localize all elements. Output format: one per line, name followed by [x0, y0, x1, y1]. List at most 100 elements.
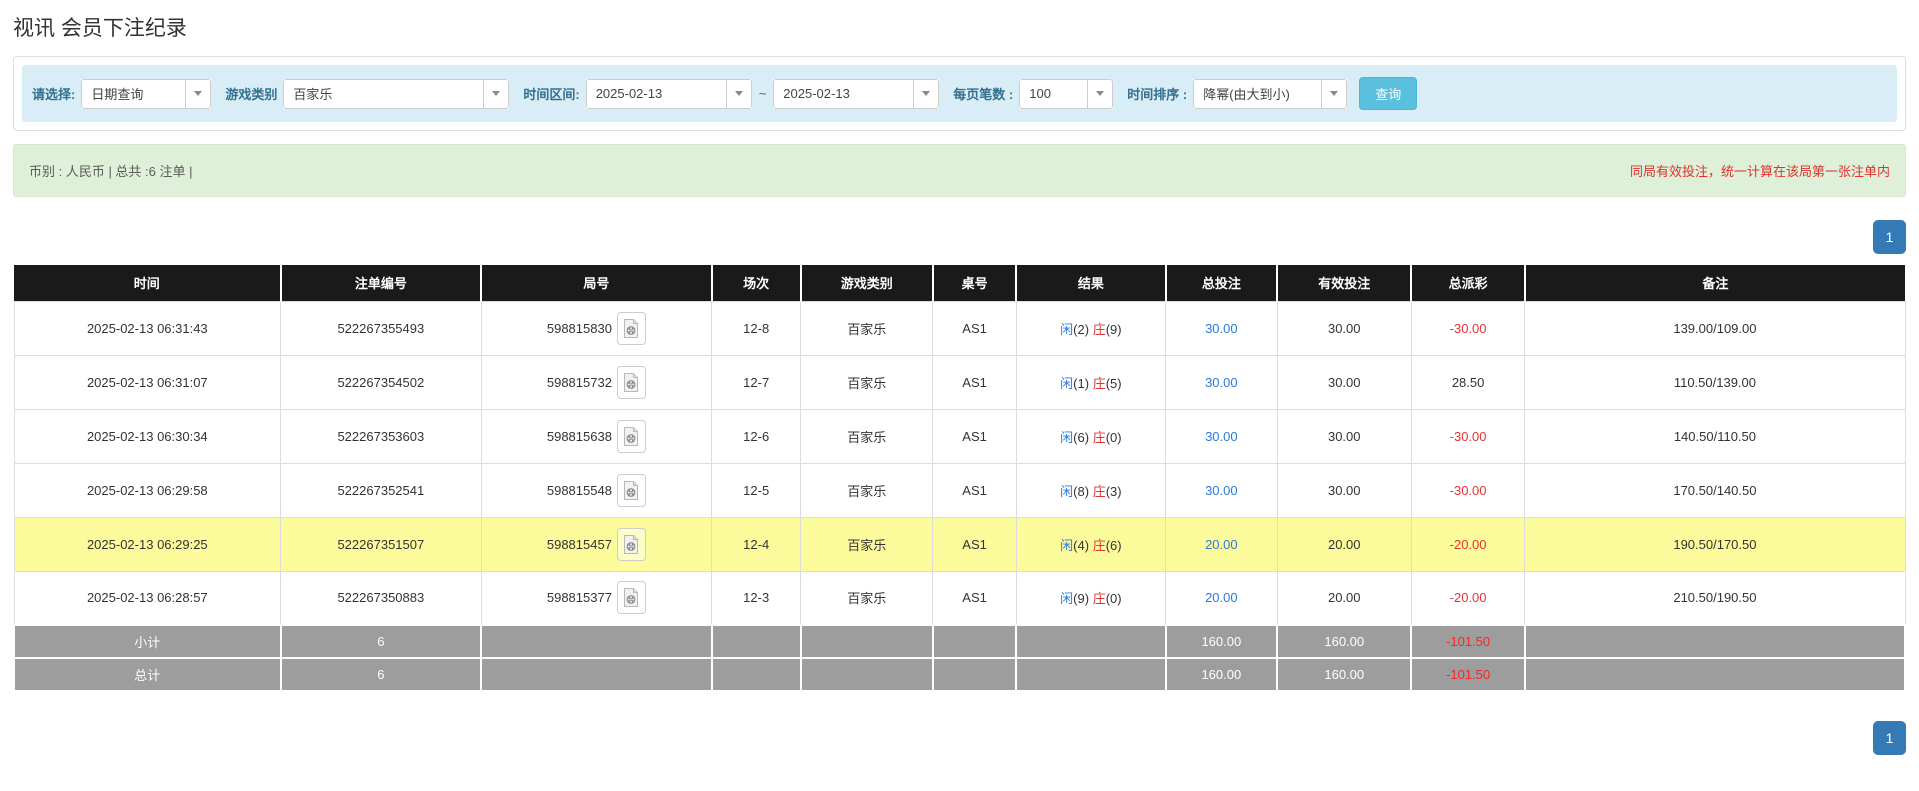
query-type-select[interactable]: 日期查询 [81, 79, 211, 109]
page-button-1[interactable]: 1 [1873, 220, 1906, 254]
date-from-select[interactable]: 2025-02-13 [586, 79, 752, 109]
sort-order-value: 降幂(由大到小) [1193, 79, 1321, 109]
footer-label: 小计 [14, 625, 281, 658]
cell-remark: 170.50/140.50 [1525, 463, 1905, 517]
round-id-text: 598815732 [547, 375, 612, 390]
cell-game-type: 百家乐 [801, 571, 933, 625]
result-banker-score: (9) [1106, 322, 1122, 337]
summary-bar: 币别 : 人民币 | 总共 :6 注单 | 同局有效投注，统一计算在该局第一张注… [13, 144, 1906, 197]
footer-valid-bet: 160.00 [1277, 625, 1411, 658]
chevron-down-icon[interactable] [483, 79, 509, 109]
column-header: 桌号 [933, 265, 1016, 301]
cell-total-bet[interactable]: 30.00 [1166, 409, 1278, 463]
result-banker-label: 庄 [1093, 376, 1106, 391]
cell-session: 12-3 [712, 571, 801, 625]
cell-total-bet[interactable]: 30.00 [1166, 301, 1278, 355]
chevron-down-icon[interactable] [1087, 79, 1113, 109]
video-replay-button[interactable] [617, 528, 646, 561]
sort-order-select[interactable]: 降幂(由大到小) [1193, 79, 1347, 109]
cell-time: 2025-02-13 06:28:57 [14, 571, 281, 625]
page: 视讯 会员下注纪录 请选择: 日期查询 游戏类别 百家乐 时间区间: 2025-… [0, 12, 1919, 755]
cell-time: 2025-02-13 06:29:58 [14, 463, 281, 517]
footer-empty-cell [1525, 625, 1905, 658]
result-banker-label: 庄 [1093, 591, 1106, 606]
cell-time: 2025-02-13 06:29:25 [14, 517, 281, 571]
date-to-select[interactable]: 2025-02-13 [773, 79, 939, 109]
footer-empty-cell [933, 625, 1016, 658]
video-replay-button[interactable] [617, 581, 646, 614]
cell-bet-id: 522267351507 [281, 517, 481, 571]
table-row: 2025-02-13 06:31:43522267355493598815830… [14, 301, 1905, 355]
cell-bet-id: 522267350883 [281, 571, 481, 625]
footer-empty-cell [1525, 658, 1905, 691]
cell-table-no: AS1 [933, 571, 1016, 625]
page-size-select[interactable]: 100 [1019, 79, 1113, 109]
cell-total-bet[interactable]: 20.00 [1166, 517, 1278, 571]
cell-round-id: 598815377 [481, 571, 712, 625]
summary-note: 同局有效投注，统一计算在该局第一张注单内 [1630, 161, 1890, 180]
cell-game-type: 百家乐 [801, 463, 933, 517]
round-id-text: 598815638 [547, 429, 612, 444]
footer-empty-cell [712, 658, 801, 691]
cell-result: 闲(6) 庄(0) [1016, 409, 1165, 463]
cell-result: 闲(2) 庄(9) [1016, 301, 1165, 355]
cell-payout: -30.00 [1411, 301, 1524, 355]
video-file-icon [623, 373, 639, 392]
result-player-score: (2) [1073, 322, 1089, 337]
footer-empty-cell [481, 625, 712, 658]
video-replay-button[interactable] [617, 420, 646, 453]
cell-session: 12-4 [712, 517, 801, 571]
cell-total-bet[interactable]: 30.00 [1166, 355, 1278, 409]
cell-bet-id: 522267353603 [281, 409, 481, 463]
footer-empty-cell [801, 625, 933, 658]
cell-session: 12-7 [712, 355, 801, 409]
column-header: 注单编号 [281, 265, 481, 301]
result-player-label: 闲 [1060, 484, 1073, 499]
cell-result: 闲(4) 庄(6) [1016, 517, 1165, 571]
column-header: 游戏类别 [801, 265, 933, 301]
cell-valid-bet: 30.00 [1277, 463, 1411, 517]
video-replay-button[interactable] [617, 474, 646, 507]
cell-valid-bet: 30.00 [1277, 301, 1411, 355]
cell-game-type: 百家乐 [801, 301, 933, 355]
result-player-score: (8) [1073, 484, 1089, 499]
table-row: 2025-02-13 06:28:57522267350883598815377… [14, 571, 1905, 625]
query-type-value: 日期查询 [81, 79, 185, 109]
cell-table-no: AS1 [933, 463, 1016, 517]
cell-remark: 140.50/110.50 [1525, 409, 1905, 463]
cell-game-type: 百家乐 [801, 409, 933, 463]
game-type-select[interactable]: 百家乐 [283, 79, 509, 109]
footer-label: 总计 [14, 658, 281, 691]
cell-result: 闲(9) 庄(0) [1016, 571, 1165, 625]
round-id-group: 598815830 [547, 312, 646, 345]
video-file-icon [623, 535, 639, 554]
chevron-down-icon[interactable] [1321, 79, 1347, 109]
result-player-score: (1) [1073, 376, 1089, 391]
cell-table-no: AS1 [933, 301, 1016, 355]
video-file-icon [623, 481, 639, 500]
cell-remark: 190.50/170.50 [1525, 517, 1905, 571]
page-button-1[interactable]: 1 [1873, 721, 1906, 755]
round-id-text: 598815548 [547, 483, 612, 498]
result-player-label: 闲 [1060, 591, 1073, 606]
chevron-down-icon[interactable] [913, 79, 939, 109]
date-range-separator: ~ [759, 86, 767, 101]
chevron-down-icon[interactable] [185, 79, 211, 109]
result-banker-score: (0) [1106, 591, 1122, 606]
search-button[interactable]: 查询 [1359, 77, 1417, 110]
video-replay-button[interactable] [617, 312, 646, 345]
pagination-top: 1 [13, 220, 1906, 254]
footer-payout: -101.50 [1411, 658, 1524, 691]
chevron-down-icon[interactable] [726, 79, 752, 109]
summary-text: 币别 : 人民币 | 总共 :6 注单 | [29, 161, 193, 180]
result-player-label: 闲 [1060, 376, 1073, 391]
cell-total-bet[interactable]: 30.00 [1166, 463, 1278, 517]
cell-total-bet[interactable]: 20.00 [1166, 571, 1278, 625]
cell-result: 闲(8) 庄(3) [1016, 463, 1165, 517]
result-player-score: (4) [1073, 538, 1089, 553]
video-replay-button[interactable] [617, 366, 646, 399]
cell-bet-id: 522267354502 [281, 355, 481, 409]
date-from-value: 2025-02-13 [586, 79, 726, 109]
column-header: 局号 [481, 265, 712, 301]
cell-payout: -30.00 [1411, 409, 1524, 463]
